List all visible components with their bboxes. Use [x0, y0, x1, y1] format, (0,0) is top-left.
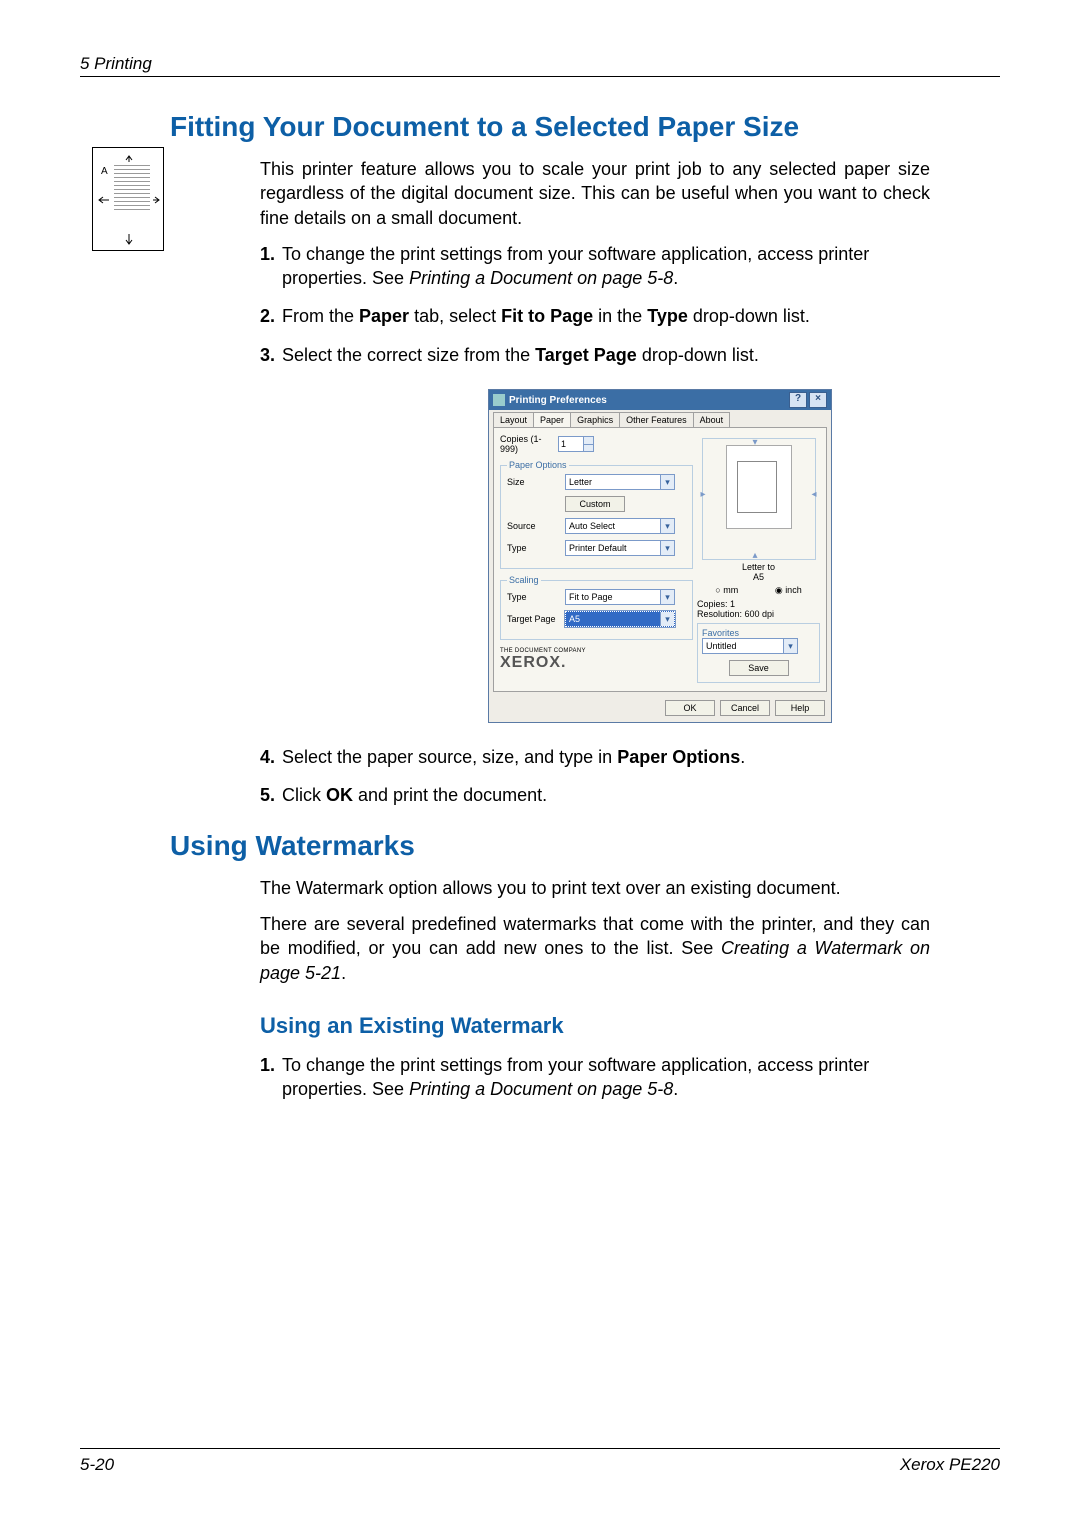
dialog-title: Printing Preferences [509, 395, 607, 406]
heading-watermarks: Using Watermarks [170, 830, 1000, 862]
tab-layout[interactable]: Layout [493, 412, 534, 427]
step-item: 1. To change the print settings from you… [260, 242, 930, 291]
triangle-left-icon: ◂ [811, 489, 816, 500]
chevron-down-icon[interactable]: ▾ [660, 590, 674, 604]
scale-type-label: Type [507, 592, 565, 602]
step-item: 3. Select the correct size from the Targ… [260, 343, 930, 367]
running-header: 5 Printing [80, 54, 1000, 74]
help-button[interactable]: Help [775, 700, 825, 716]
watermark-p2: There are several predefined watermarks … [260, 912, 930, 985]
heading-fit-to-page: Fitting Your Document to a Selected Pape… [170, 111, 1000, 143]
intro-paragraph: This printer feature allows you to scale… [260, 157, 930, 230]
diagram-letter: A [101, 166, 108, 177]
steps-list-watermark: 1. To change the print settings from you… [260, 1053, 930, 1102]
custom-size-button[interactable]: Custom [565, 496, 625, 512]
favorites-combo[interactable]: Untitled▾ [702, 638, 798, 654]
paper-options-legend: Paper Options [507, 460, 569, 470]
scaling-group: Scaling Type Fit to Page▾ Target Page A5… [500, 575, 693, 640]
scale-type-combo[interactable]: Fit to Page▾ [565, 589, 675, 605]
product-name: Xerox PE220 [900, 1455, 1000, 1475]
chevron-down-icon[interactable]: ▾ [660, 519, 674, 533]
triangle-right-icon: ▸ [701, 489, 706, 500]
xerox-brand: THE DOCUMENT COMPANY XEROX. [500, 648, 693, 672]
step-item: 2. From the Paper tab, select Fit to Pag… [260, 304, 930, 328]
triangle-down-icon: ▾ [753, 437, 758, 448]
close-icon[interactable]: × [809, 392, 827, 408]
subheading-existing-watermark: Using an Existing Watermark [260, 1013, 1000, 1039]
size-label: Size [507, 477, 565, 487]
tab-about[interactable]: About [693, 412, 731, 427]
scaling-legend: Scaling [507, 575, 541, 585]
triangle-up-icon: ▴ [753, 550, 758, 561]
tab-other-features[interactable]: Other Features [619, 412, 694, 427]
radio-inch[interactable]: inch [775, 585, 802, 596]
info-copies: Copies: 1 [697, 599, 820, 609]
source-label: Source [507, 521, 565, 531]
spin-down-icon[interactable] [584, 445, 593, 452]
page-number: 5-20 [80, 1455, 114, 1475]
chevron-down-icon[interactable]: ▾ [783, 639, 797, 653]
spin-up-icon[interactable] [584, 437, 593, 445]
dialog-titlebar[interactable]: Printing Preferences ? × [489, 390, 831, 410]
info-resolution: Resolution: 600 dpi [697, 609, 820, 619]
type-combo[interactable]: Printer Default▾ [565, 540, 675, 556]
ok-button[interactable]: OK [665, 700, 715, 716]
size-combo[interactable]: Letter▾ [565, 474, 675, 490]
steps-list-b: 4. Select the paper source, size, and ty… [260, 745, 930, 808]
tab-paper[interactable]: Paper [533, 412, 571, 427]
steps-list-a: 1. To change the print settings from you… [260, 242, 930, 367]
step-item: 1. To change the print settings from you… [260, 1053, 930, 1102]
unit-radios: mm inch [697, 585, 820, 596]
printer-icon [493, 394, 505, 406]
page-footer: 5-20 Xerox PE220 [80, 1448, 1000, 1475]
chevron-down-icon[interactable]: ▾ [660, 612, 674, 626]
target-page-label: Target Page [507, 614, 565, 624]
watermark-p1: The Watermark option allows you to print… [260, 876, 930, 900]
favorites-legend: Favorites [702, 628, 815, 638]
copies-spinner[interactable] [558, 436, 594, 452]
chevron-down-icon[interactable]: ▾ [660, 541, 674, 555]
step-item: 5. Click OK and print the document. [260, 783, 930, 807]
favorites-group: Favorites Untitled▾ Save [697, 623, 820, 683]
type-label: Type [507, 543, 565, 553]
copies-label: Copies (1-999) [500, 434, 558, 454]
cancel-button[interactable]: Cancel [720, 700, 770, 716]
copies-input[interactable] [559, 437, 583, 451]
radio-mm[interactable]: mm [715, 585, 738, 596]
page-preview: ▾ ▴ ▸ ◂ [702, 438, 816, 560]
header-rule [80, 76, 1000, 77]
chevron-down-icon[interactable]: ▾ [660, 475, 674, 489]
step-item: 4. Select the paper source, size, and ty… [260, 745, 930, 769]
printing-preferences-dialog: Printing Preferences ? × Layout Paper Gr… [488, 389, 832, 723]
paper-options-group: Paper Options Size Letter▾ Custom Source… [500, 460, 693, 569]
tab-strip: Layout Paper Graphics Other Features Abo… [489, 410, 831, 427]
fit-to-page-diagram: A [92, 147, 164, 251]
target-page-combo[interactable]: A5▾ [565, 611, 675, 627]
save-button[interactable]: Save [729, 660, 789, 676]
tab-graphics[interactable]: Graphics [570, 412, 620, 427]
preview-caption: Letter to A5 [697, 562, 820, 582]
source-combo[interactable]: Auto Select▾ [565, 518, 675, 534]
help-icon[interactable]: ? [789, 392, 807, 408]
